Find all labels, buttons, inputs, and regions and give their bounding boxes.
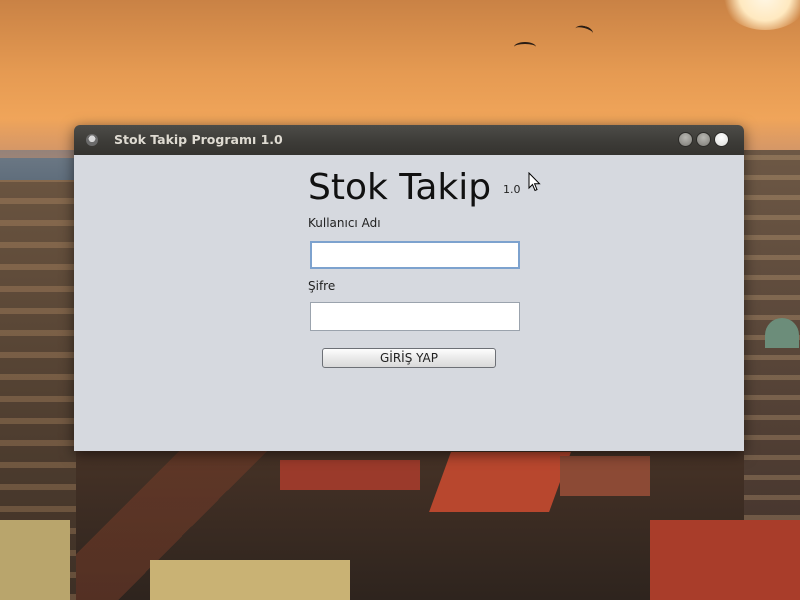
password-field[interactable] [310,302,520,331]
wallpaper-dome [765,318,799,348]
wallpaper-roof [280,460,420,490]
close-icon[interactable] [714,132,729,147]
wallpaper-roof [429,452,571,512]
window-title: Stok Takip Programı 1.0 [114,132,283,147]
minimize-icon[interactable] [678,132,693,147]
login-form: Stok Takip 1.0 Kullanıcı Adı Şifre GİRİŞ… [74,155,744,451]
username-label: Kullanıcı Adı [308,216,381,230]
mouse-pointer-icon [528,172,541,192]
maximize-icon[interactable] [696,132,711,147]
version-label: 1.0 [503,183,521,196]
wallpaper-roof [560,456,650,496]
bird-icon [514,42,536,52]
login-button[interactable]: GİRİŞ YAP [322,348,496,368]
wallpaper-roof [650,520,800,600]
app-heading: Stok Takip [308,167,492,208]
wallpaper-roof [150,560,350,600]
app-icon[interactable] [86,134,98,146]
password-label: Şifre [308,279,336,293]
wallpaper-roof [0,520,70,600]
username-field[interactable] [310,241,520,269]
login-window: Stok Takip Programı 1.0 Stok Takip 1.0 K… [74,125,744,451]
window-titlebar[interactable]: Stok Takip Programı 1.0 [74,125,744,156]
